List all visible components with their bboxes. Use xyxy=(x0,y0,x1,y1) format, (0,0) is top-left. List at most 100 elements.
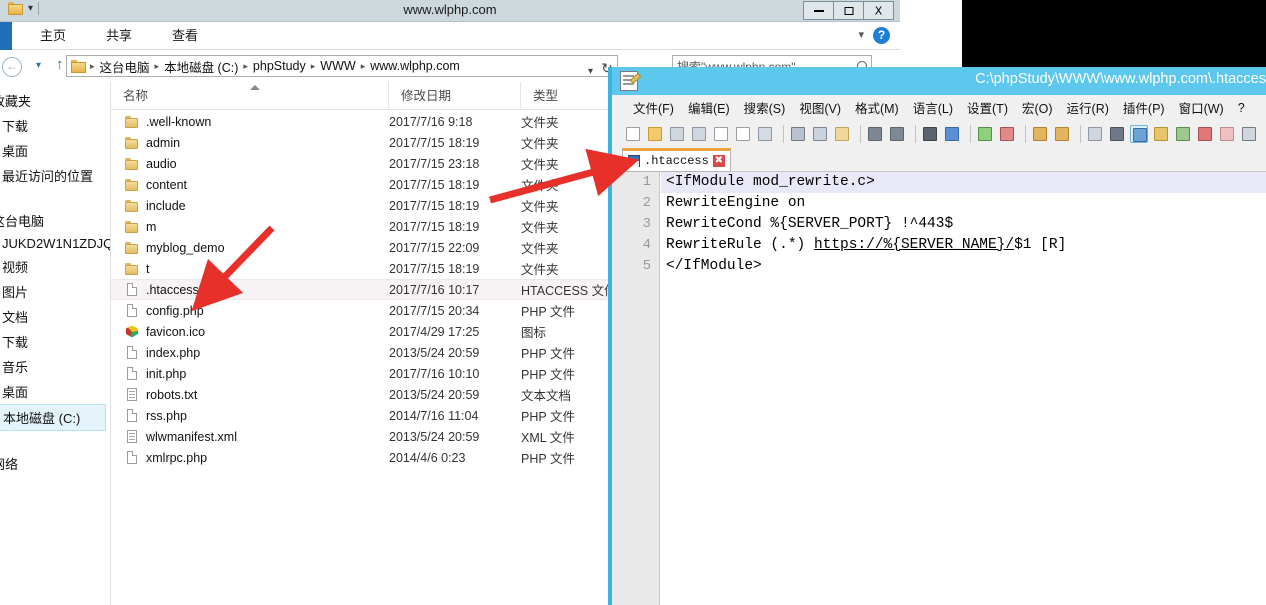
table-row[interactable]: myblog_demo 2017/7/15 22:09 文件夹 xyxy=(111,237,619,258)
chevron-down-icon[interactable]: ▾ xyxy=(858,28,864,41)
file-name-cell[interactable]: index.php xyxy=(111,345,389,360)
table-row[interactable]: .well-known 2017/7/16 9:18 文件夹 xyxy=(111,111,619,132)
up-button[interactable]: ↑ xyxy=(56,56,64,73)
indent-guide-icon[interactable] xyxy=(1130,125,1148,143)
code-line[interactable]: <IfModule mod_rewrite.c> xyxy=(661,172,1266,193)
cut-icon[interactable] xyxy=(789,125,807,143)
table-row[interactable]: robots.txt 2013/5/24 20:59 文本文档 xyxy=(111,384,619,405)
file-name-cell[interactable]: admin xyxy=(111,136,389,150)
menu-item-6[interactable]: 设置(T) xyxy=(960,98,1015,117)
sidebar-item-6[interactable]: 桌面 xyxy=(0,379,110,404)
table-row[interactable]: favicon.ico 2017/4/29 17:25 图标 xyxy=(111,321,619,342)
tab-share[interactable]: 共享 xyxy=(86,22,152,50)
zoom-in-icon[interactable] xyxy=(976,125,994,143)
tab-file[interactable] xyxy=(0,22,12,50)
back-button[interactable]: ← xyxy=(2,57,22,77)
close-button[interactable]: X xyxy=(863,1,894,20)
menu-item-10[interactable]: 窗口(W) xyxy=(1172,98,1231,117)
sidebar-item-0[interactable]: 下载 xyxy=(0,113,110,138)
menu-item-11[interactable]: ? xyxy=(1231,101,1252,115)
nav-group-header[interactable]: 这台电脑 xyxy=(0,208,110,233)
code-line[interactable]: RewriteEngine on xyxy=(661,193,1266,214)
nav-group-header[interactable]: 收藏夹 xyxy=(0,88,110,113)
file-name-cell[interactable]: include xyxy=(111,199,389,213)
save-all-icon[interactable] xyxy=(690,125,708,143)
table-row[interactable]: rss.php 2014/7/16 11:04 PHP 文件 xyxy=(111,405,619,426)
save-icon[interactable] xyxy=(668,125,686,143)
sync-horizontal-icon[interactable] xyxy=(1053,125,1071,143)
table-row[interactable]: init.php 2017/7/16 10:10 PHP 文件 xyxy=(111,363,619,384)
url-link[interactable]: https://%{SERVER_NAME}/ xyxy=(814,237,1014,253)
breadcrumb[interactable]: ▸ 这台电脑 ▸ 本地磁盘 (C:) ▸ phpStudy ▸ WWW ▸ ww… xyxy=(66,55,618,77)
tab-htaccess[interactable]: .htaccess ✖ xyxy=(622,148,731,172)
close-all-icon[interactable] xyxy=(734,125,752,143)
sidebar-item-5[interactable]: 音乐 xyxy=(0,354,110,379)
file-name-cell[interactable]: myblog_demo xyxy=(111,241,389,255)
sidebar-item-7[interactable]: 本地磁盘 (C:) xyxy=(0,404,106,431)
file-name-cell[interactable]: config.php xyxy=(111,303,389,318)
menu-item-5[interactable]: 语言(L) xyxy=(906,98,960,117)
open-file-icon[interactable] xyxy=(646,125,664,143)
chevron-down-icon[interactable]: ▾ xyxy=(588,66,593,77)
minimize-button[interactable] xyxy=(803,1,834,20)
breadcrumb-site[interactable]: www.wlphp.com xyxy=(367,59,463,73)
file-name-cell[interactable]: audio xyxy=(111,157,389,171)
column-header-name[interactable]: 名称 xyxy=(111,82,389,110)
doc-map-icon[interactable] xyxy=(1174,125,1192,143)
folder-workspace-icon[interactable] xyxy=(1218,125,1236,143)
table-row[interactable]: t 2017/7/15 18:19 文件夹 xyxy=(111,258,619,279)
sidebar-item-2[interactable]: 最近访问的位置 xyxy=(0,163,110,188)
file-name-cell[interactable]: m xyxy=(111,220,389,234)
file-name-cell[interactable]: rss.php xyxy=(111,408,389,423)
code-editor[interactable]: 1 2 3 4 5 <IfModule mod_rewrite.c> RewriteEng… xyxy=(612,172,1266,605)
table-row[interactable]: xmlrpc.php 2014/4/6 0:23 PHP 文件 xyxy=(111,447,619,468)
monitor-icon[interactable] xyxy=(1240,125,1258,143)
nav-group-header[interactable]: 网络 xyxy=(0,451,110,476)
column-header-type[interactable]: 类型 xyxy=(521,82,619,110)
menu-item-7[interactable]: 宏(O) xyxy=(1015,98,1060,117)
func-list-icon[interactable] xyxy=(1196,125,1214,143)
code-content[interactable]: <IfModule mod_rewrite.c> RewriteEngine on… xyxy=(661,172,1266,605)
file-name-cell[interactable]: content xyxy=(111,178,389,192)
code-line[interactable]: RewriteCond %{SERVER_PORT} !^443$ xyxy=(661,214,1266,235)
file-name-cell[interactable]: favicon.ico xyxy=(111,325,389,339)
new-file-icon[interactable] xyxy=(624,125,642,143)
tab-home[interactable]: 主页 xyxy=(20,22,86,50)
zoom-out-icon[interactable] xyxy=(998,125,1016,143)
file-name-cell[interactable]: .htaccess xyxy=(111,282,389,297)
user-lang-icon[interactable] xyxy=(1152,125,1170,143)
sidebar-item-4[interactable]: 下载 xyxy=(0,329,110,354)
code-line[interactable]: RewriteRule (.*) https://%{SERVER_NAME}/… xyxy=(661,235,1266,256)
menu-item-2[interactable]: 搜索(S) xyxy=(737,98,793,117)
redo-icon[interactable] xyxy=(888,125,906,143)
sidebar-item-1[interactable]: 桌面 xyxy=(0,138,110,163)
help-icon[interactable]: ? xyxy=(873,27,890,44)
sidebar-item-0[interactable]: JUKD2W1N1ZDJQ xyxy=(0,233,110,254)
paste-icon[interactable] xyxy=(833,125,851,143)
menu-item-9[interactable]: 插件(P) xyxy=(1116,98,1172,117)
table-row[interactable]: m 2017/7/15 18:19 文件夹 xyxy=(111,216,619,237)
print-icon[interactable] xyxy=(756,125,774,143)
maximize-button[interactable] xyxy=(833,1,864,20)
file-name-cell[interactable]: t xyxy=(111,262,389,276)
file-name-cell[interactable]: .well-known xyxy=(111,115,389,129)
sync-vertical-icon[interactable] xyxy=(1031,125,1049,143)
table-row[interactable]: .htaccess 2017/7/16 10:17 HTACCESS 文件 xyxy=(111,279,619,300)
sidebar-item-3[interactable]: 文档 xyxy=(0,304,110,329)
code-line[interactable]: </IfModule> xyxy=(661,256,1266,277)
table-row[interactable]: wlwmanifest.xml 2013/5/24 20:59 XML 文件 xyxy=(111,426,619,447)
column-header-date[interactable]: 修改日期 xyxy=(389,82,521,110)
show-all-chars-icon[interactable] xyxy=(1108,125,1126,143)
breadcrumb-phpstudy[interactable]: phpStudy xyxy=(250,59,309,73)
table-row[interactable]: config.php 2017/7/15 20:34 PHP 文件 xyxy=(111,300,619,321)
menu-item-3[interactable]: 视图(V) xyxy=(792,98,848,117)
menu-item-8[interactable]: 运行(R) xyxy=(1060,98,1116,117)
tab-view[interactable]: 查看 xyxy=(152,22,218,50)
table-row[interactable]: audio 2017/7/15 23:18 文件夹 xyxy=(111,153,619,174)
close-icon[interactable]: ✖ xyxy=(712,155,725,167)
file-name-cell[interactable]: xmlrpc.php xyxy=(111,450,389,465)
find-icon[interactable] xyxy=(921,125,939,143)
sidebar-item-1[interactable]: 视频 xyxy=(0,254,110,279)
table-row[interactable]: include 2017/7/15 18:19 文件夹 xyxy=(111,195,619,216)
copy-icon[interactable] xyxy=(811,125,829,143)
